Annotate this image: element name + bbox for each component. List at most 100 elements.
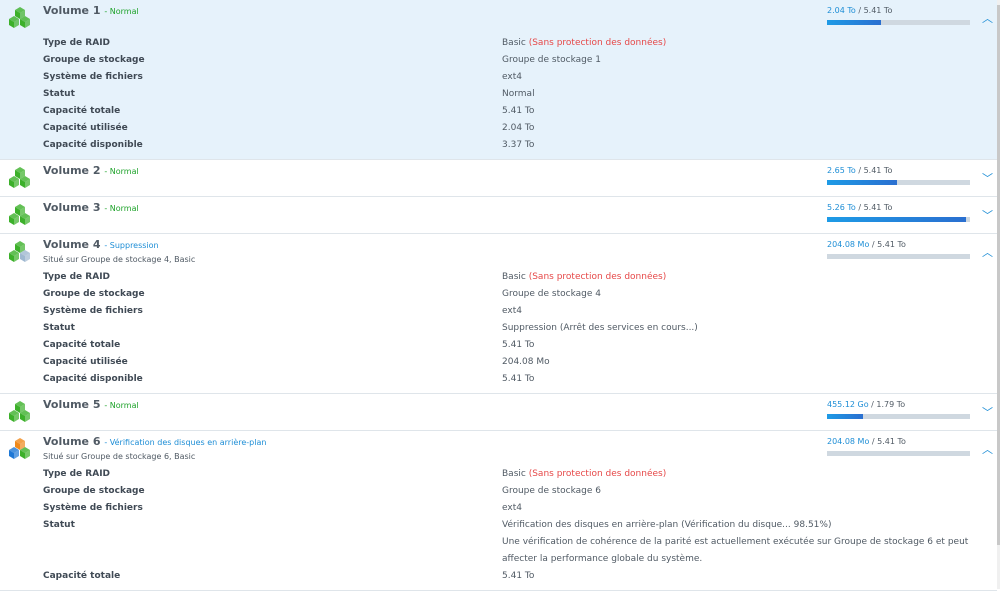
volume-location: Situé sur Groupe de stockage 6, Basic	[43, 452, 196, 461]
detail-note: (Sans protection des données)	[528, 272, 667, 282]
detail-value: Normal	[502, 89, 535, 99]
usage-bar	[827, 451, 970, 456]
detail-label: Capacité totale	[43, 571, 121, 581]
volume-green-cubes-icon	[9, 401, 31, 423]
detail-row: Capacité disponible 3.37 To	[0, 138, 997, 155]
volume-status: Suppression	[109, 241, 159, 250]
detail-value: Groupe de stockage 6	[502, 486, 601, 496]
chevron-up-icon[interactable]: ︿	[982, 441, 993, 457]
volume-item[interactable]: Volume 4 - Suppression Situé sur Groupe d…	[0, 234, 997, 394]
detail-value-text: 5.41 To	[502, 106, 535, 116]
detail-value-text: 3.37 To	[502, 140, 535, 150]
volume-details: Type de RAID Basic (Sans protection des d…	[0, 467, 997, 590]
detail-label: Capacité utilisée	[43, 357, 128, 367]
total-capacity: 1.79 To	[876, 400, 906, 409]
detail-row: Type de RAID Basic (Sans protection des d…	[0, 270, 997, 287]
detail-row: Groupe de stockage Groupe de stockage 6	[0, 484, 997, 501]
volume-title: Volume 3 - Normal	[43, 201, 139, 214]
detail-label: Groupe de stockage	[43, 289, 145, 299]
volume-item[interactable]: Volume 3 - Normal 5.26 To / 5.41 To ﹀	[0, 197, 997, 234]
volume-header[interactable]: Volume 1 - Normal 2.04 To / 5.41 To ︿	[0, 0, 997, 36]
usage-bar	[827, 414, 970, 419]
total-capacity: 5.41 To	[877, 240, 906, 249]
volume-name: Volume 1	[43, 4, 101, 17]
detail-row: Capacité disponible 5.41 To	[0, 372, 997, 389]
detail-value: Basic (Sans protection des données)	[502, 38, 666, 48]
detail-value-text: ext4	[502, 306, 522, 316]
detail-value: Basic (Sans protection des données)	[502, 469, 666, 479]
used-capacity: 204.08 Mo	[827, 240, 870, 249]
detail-value-text: Groupe de stockage 1	[502, 55, 601, 65]
volume-header[interactable]: Volume 5 - Normal 455.12 Go / 1.79 To ﹀	[0, 394, 997, 430]
detail-value: Groupe de stockage 4	[502, 289, 601, 299]
usage-bar	[827, 254, 970, 259]
detail-value-text: 5.41 To	[502, 374, 535, 384]
volume-item[interactable]: Volume 1 - Normal 2.04 To / 5.41 To ︿ Type…	[0, 0, 997, 160]
detail-label: Capacité utilisée	[43, 123, 128, 133]
detail-value-text: 5.41 To	[502, 571, 535, 581]
volume-green-cubes-icon	[9, 7, 31, 29]
chevron-down-icon[interactable]: ﹀	[982, 404, 993, 420]
volume-deleting-icon	[9, 241, 31, 263]
detail-label: Système de fichiers	[43, 503, 143, 513]
detail-value-text: Groupe de stockage 4	[502, 289, 601, 299]
volume-name: Volume 4	[43, 238, 101, 251]
detail-label: Type de RAID	[43, 469, 111, 479]
usage-bar-fill	[827, 414, 863, 419]
volume-list: Volume 1 - Normal 2.04 To / 5.41 To ︿ Type…	[0, 0, 997, 591]
detail-note: (Sans protection des données)	[528, 38, 667, 48]
volume-header[interactable]: Volume 6 - Vérification des disques en a…	[0, 431, 997, 467]
detail-value: Une vérification de cohérence de la pari…	[502, 537, 968, 547]
detail-row: Une vérification de cohérence de la pari…	[0, 535, 997, 552]
volume-title: Volume 5 - Normal	[43, 398, 139, 411]
detail-row: Capacité totale 5.41 To	[0, 338, 997, 355]
detail-value-text: Une vérification de cohérence de la pari…	[502, 537, 969, 547]
total-capacity: 5.41 To	[863, 203, 893, 212]
detail-row: Capacité totale 5.41 To	[0, 569, 997, 586]
used-capacity: 2.65 To	[827, 166, 856, 175]
detail-value: 3.37 To	[502, 140, 534, 150]
detail-value: affecter la performance globale du systè…	[502, 554, 702, 564]
volume-item[interactable]: Volume 2 - Normal 2.65 To / 5.41 To ﹀	[0, 160, 997, 197]
detail-value: 5.41 To	[502, 374, 534, 384]
volume-title: Volume 1 - Normal	[43, 4, 139, 17]
volume-item[interactable]: Volume 6 - Vérification des disques en a…	[0, 431, 997, 591]
chevron-down-icon[interactable]: ﹀	[982, 207, 993, 223]
detail-value-text: Normal	[502, 89, 535, 99]
usage-text: 455.12 Go / 1.79 To	[827, 400, 906, 409]
usage-text: 2.65 To / 5.41 To	[827, 166, 893, 175]
detail-value: 5.41 To	[502, 106, 534, 116]
used-capacity: 204.08 Mo	[827, 437, 870, 446]
volume-status: Vérification des disques en arrière-plan	[109, 438, 267, 447]
total-capacity: 5.41 To	[877, 437, 906, 446]
detail-label: Statut	[43, 89, 75, 99]
detail-value-text: 2.04 To	[502, 123, 535, 133]
detail-value: 2.04 To	[502, 123, 534, 133]
volume-title: Volume 2 - Normal	[43, 164, 139, 177]
volume-name: Volume 5	[43, 398, 101, 411]
detail-value: Suppression (Arrêt des services en cours…	[502, 323, 698, 333]
detail-label: Système de fichiers	[43, 306, 143, 316]
chevron-up-icon[interactable]: ︿	[982, 10, 993, 26]
total-capacity: 5.41 To	[863, 166, 893, 175]
volume-header[interactable]: Volume 2 - Normal 2.65 To / 5.41 To ﹀	[0, 160, 997, 196]
usage-bar	[827, 180, 970, 185]
volume-item[interactable]: Volume 5 - Normal 455.12 Go / 1.79 To ﹀	[0, 394, 997, 431]
volume-checking-icon	[9, 438, 31, 460]
volume-status: Normal	[109, 167, 139, 176]
volume-status: Normal	[109, 401, 139, 410]
usage-bar-fill	[827, 20, 881, 25]
detail-value-text: Groupe de stockage 6	[502, 486, 601, 496]
chevron-up-icon[interactable]: ︿	[982, 244, 993, 260]
volume-status: Normal	[109, 204, 139, 213]
volume-details: Type de RAID Basic (Sans protection des d…	[0, 36, 997, 159]
volume-header[interactable]: Volume 4 - Suppression Situé sur Groupe d…	[0, 234, 997, 270]
usage-text: 5.26 To / 5.41 To	[827, 203, 893, 212]
volume-header[interactable]: Volume 3 - Normal 5.26 To / 5.41 To ﹀	[0, 197, 997, 233]
usage-bar	[827, 217, 970, 222]
detail-row: Système de fichiers ext4	[0, 304, 997, 321]
detail-label: Statut	[43, 520, 75, 530]
volume-details: Type de RAID Basic (Sans protection des d…	[0, 270, 997, 393]
chevron-down-icon[interactable]: ﹀	[982, 170, 993, 186]
detail-value: Basic (Sans protection des données)	[502, 272, 666, 282]
